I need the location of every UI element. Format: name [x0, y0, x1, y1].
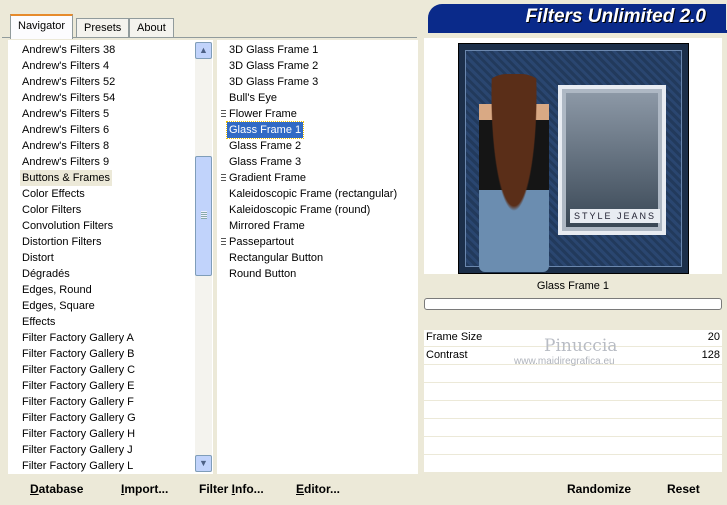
- watermark-site: www.maidiregrafica.eu: [514, 356, 615, 367]
- parameter-name: Frame Size: [426, 331, 483, 343]
- filter-item[interactable]: 3D Glass Frame 1: [227, 42, 320, 58]
- tab-about[interactable]: About: [129, 18, 174, 38]
- category-item[interactable]: Andrew's Filters 6: [20, 122, 111, 138]
- category-item[interactable]: Dégradés: [20, 266, 72, 282]
- category-item[interactable]: Edges, Square: [20, 298, 97, 314]
- filter-item[interactable]: Bull's Eye: [227, 90, 279, 106]
- reset-button[interactable]: Reset: [667, 480, 700, 498]
- parameter-row: [424, 456, 722, 473]
- filter-item[interactable]: Flower Frame: [227, 106, 299, 122]
- filter-info-button[interactable]: Filter Info...: [199, 480, 264, 498]
- parameter-row: [424, 384, 722, 401]
- preview-area: STYLE JEANS: [424, 38, 722, 274]
- category-item[interactable]: Filter Factory Gallery G: [20, 410, 138, 426]
- parameter-value[interactable]: 128: [702, 349, 720, 361]
- category-item[interactable]: Filter Factory Gallery H: [20, 426, 137, 442]
- selected-filter-name: Glass Frame 1: [424, 276, 722, 296]
- app-title: Filters Unlimited 2.0: [428, 4, 726, 30]
- parameter-row: [424, 420, 722, 437]
- category-item[interactable]: Andrew's Filters 54: [20, 90, 117, 106]
- category-item[interactable]: Buttons & Frames: [20, 170, 113, 186]
- progress-bar: [424, 298, 722, 310]
- category-scrollbar[interactable]: ▲ ▼: [195, 42, 212, 472]
- category-item[interactable]: Filter Factory Gallery A: [20, 330, 136, 346]
- preview-image: STYLE JEANS: [458, 43, 689, 274]
- category-item[interactable]: Color Effects: [20, 186, 87, 202]
- category-item[interactable]: Edges, Round: [20, 282, 94, 298]
- chevron-down-icon: ▼: [199, 458, 208, 468]
- parameter-name: Contrast: [426, 349, 468, 361]
- filter-item[interactable]: Round Button: [227, 266, 298, 282]
- parameter-row: [424, 366, 722, 383]
- category-item[interactable]: Effects: [20, 314, 57, 330]
- scroll-thumb[interactable]: [195, 156, 212, 276]
- title-underline: [428, 30, 727, 33]
- category-item[interactable]: Andrew's Filters 38: [20, 42, 117, 58]
- category-item[interactable]: Andrew's Filters 8: [20, 138, 111, 154]
- scroll-up-button[interactable]: ▲: [195, 42, 212, 59]
- category-item[interactable]: Andrew's Filters 4: [20, 58, 111, 74]
- filter-item[interactable]: Kaleidoscopic Frame (rectangular): [227, 186, 399, 202]
- category-item[interactable]: Filter Factory Gallery J: [20, 442, 135, 458]
- filter-item[interactable]: Glass Frame 3: [227, 154, 303, 170]
- grip-icon: [221, 110, 226, 119]
- category-item[interactable]: Andrew's Filters 5: [20, 106, 111, 122]
- parameter-row: [424, 438, 722, 455]
- parameter-value[interactable]: 20: [708, 331, 720, 343]
- filter-item[interactable]: Glass Frame 2: [227, 138, 303, 154]
- category-item[interactable]: Distortion Filters: [20, 234, 103, 250]
- tab-navigator[interactable]: Navigator: [10, 14, 74, 39]
- filter-item[interactable]: 3D Glass Frame 2: [227, 58, 320, 74]
- frame-caption: STYLE JEANS: [570, 209, 660, 223]
- parameter-table: Contrast 128 Frame Size 20 Pinuccia www.mai…: [424, 330, 722, 473]
- woman-figure: [479, 74, 549, 272]
- category-item[interactable]: Filter Factory Gallery F: [20, 394, 136, 410]
- grip-icon: [221, 238, 226, 247]
- database-button[interactable]: Database: [30, 480, 83, 498]
- category-item[interactable]: Filter Factory Gallery B: [20, 346, 136, 362]
- parameter-row: [424, 402, 722, 419]
- filter-item[interactable]: 3D Glass Frame 3: [227, 74, 320, 90]
- category-item[interactable]: Filter Factory Gallery C: [20, 362, 137, 378]
- filter-item[interactable]: Mirrored Frame: [227, 218, 307, 234]
- category-list[interactable]: Andrew's Filters 38 Andrew's Filters 4 And…: [8, 40, 213, 474]
- filter-item[interactable]: Passepartout: [227, 234, 296, 250]
- category-item[interactable]: Distort: [20, 250, 56, 266]
- chevron-up-icon: ▲: [199, 45, 208, 55]
- watermark-name: Pinuccia: [544, 336, 618, 356]
- filter-item[interactable]: Rectangular Button: [227, 250, 325, 266]
- randomize-button[interactable]: Randomize: [567, 480, 631, 498]
- import-button[interactable]: Import...: [121, 480, 168, 498]
- category-item[interactable]: Andrew's Filters 52: [20, 74, 117, 90]
- filter-item[interactable]: Gradient Frame: [227, 170, 308, 186]
- editor-button[interactable]: Editor...: [296, 480, 340, 498]
- grip-icon: [221, 174, 226, 183]
- category-item[interactable]: Convolution Filters: [20, 218, 115, 234]
- filter-item[interactable]: Kaleidoscopic Frame (round): [227, 202, 372, 218]
- filter-list[interactable]: 3D Glass Frame 1 3D Glass Frame 2 3D Glass…: [217, 40, 418, 474]
- scroll-down-button[interactable]: ▼: [195, 455, 212, 472]
- tab-presets[interactable]: Presets: [76, 18, 130, 38]
- category-item[interactable]: Filter Factory Gallery E: [20, 378, 136, 394]
- category-item[interactable]: Filter Factory Gallery L: [20, 458, 135, 474]
- category-item[interactable]: Andrew's Filters 9: [20, 154, 111, 170]
- category-item[interactable]: Color Filters: [20, 202, 83, 218]
- filter-item[interactable]: Glass Frame 1: [225, 121, 305, 139]
